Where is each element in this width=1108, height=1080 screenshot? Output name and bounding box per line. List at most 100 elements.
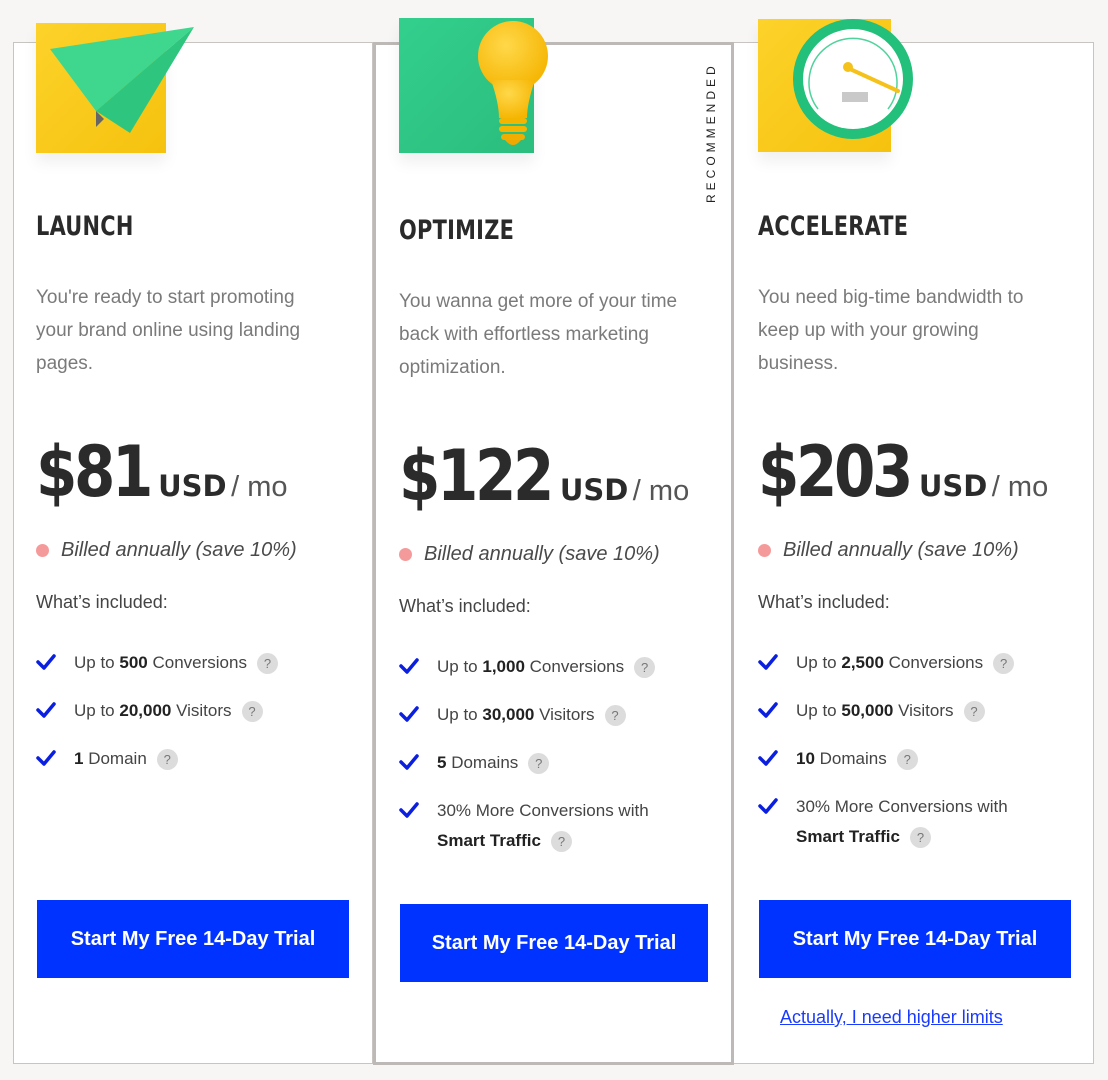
price-amount: $122	[399, 435, 554, 517]
recommended-badge: RECOMMENDED	[704, 62, 718, 203]
feature-text: 30% More Conversions with	[437, 801, 649, 820]
check-icon	[36, 750, 56, 766]
feature-list: Up to 2,500 Conversions? Up to 50,000 Vis…	[758, 648, 1058, 870]
price-currency: USD	[158, 469, 227, 503]
help-icon[interactable]: ?	[896, 749, 918, 771]
price-period: / mo	[231, 471, 288, 503]
plan-card-launch: LAUNCH You're ready to start promoting y…	[14, 23, 373, 1063]
feature-item: Up to 1,000 Conversions?	[399, 652, 699, 682]
feature-text: Up to	[74, 701, 120, 720]
help-icon[interactable]: ?	[993, 653, 1015, 675]
feature-text: Up to	[796, 653, 842, 672]
start-trial-button[interactable]: Start My Free 14-Day Trial	[37, 900, 349, 978]
lightbulb-icon	[478, 21, 548, 145]
included-label: What’s included:	[758, 592, 890, 612]
dot-icon	[399, 548, 412, 562]
check-icon	[399, 754, 419, 770]
check-icon	[399, 658, 419, 674]
plan-card-accelerate: ACCELERATE You need big-time bandwidth t…	[734, 19, 1093, 1063]
feature-item: Up to 20,000 Visitors?	[36, 696, 336, 726]
feature-text: Up to	[74, 653, 120, 672]
speedometer-icon	[793, 19, 913, 139]
price-period: / mo	[991, 471, 1049, 503]
feature-list: Up to 1,000 Conversions? Up to 30,000 Vis…	[399, 652, 699, 874]
plan-description: You need big-time bandwidth to keep up w…	[758, 287, 1024, 374]
feature-item: 30% More Conversions with Smart Traffic?	[399, 796, 699, 856]
plan-description: You wanna get more of your time back wit…	[399, 291, 678, 378]
plan-card-optimize: RECOMMENDED OPTIMIZE You wanna get more …	[373, 18, 734, 1065]
billing-note: Billed annually (save 10%)	[758, 539, 1019, 562]
plan-title: LAUNCH	[36, 211, 134, 242]
help-icon[interactable]: ?	[604, 705, 626, 727]
feature-text: Visitors	[171, 701, 232, 720]
billing-note: Billed annually (save 10%)	[399, 543, 660, 566]
feature-text: Conversions	[883, 653, 984, 672]
feature-value: Smart Traffic	[796, 827, 900, 846]
start-trial-button[interactable]: Start My Free 14-Day Trial	[759, 900, 1071, 978]
feature-text: 30% More Conversions with	[796, 797, 1008, 816]
feature-item: Up to 500 Conversions?	[36, 648, 336, 678]
feature-text: Domains	[814, 749, 887, 768]
feature-value: 30,000	[482, 705, 535, 724]
feature-text: Conversions	[147, 653, 247, 672]
check-icon	[758, 702, 778, 718]
plan-price: $81 USD / mo	[36, 431, 288, 513]
feature-text: Domains	[446, 753, 519, 772]
feature-item: 30% More Conversions with Smart Traffic?	[758, 792, 1058, 852]
price-currency: USD	[559, 473, 629, 507]
feature-list: Up to 500 Conversions? Up to 20,000 Visit…	[36, 648, 336, 792]
help-icon[interactable]: ?	[550, 831, 572, 853]
feature-item: Up to 50,000 Visitors?	[758, 696, 1058, 726]
dot-icon	[36, 544, 49, 558]
plan-title: OPTIMIZE	[399, 215, 515, 246]
help-icon[interactable]: ?	[256, 653, 278, 675]
price-currency: USD	[918, 469, 988, 503]
paper-plane-icon	[50, 27, 194, 133]
start-trial-button[interactable]: Start My Free 14-Day Trial	[400, 904, 708, 982]
feature-text: Domain	[83, 749, 147, 768]
feature-item: 10 Domains?	[758, 744, 1058, 774]
billing-text: Billed annually (save 10%)	[61, 539, 297, 561]
feature-text: Up to	[796, 701, 842, 720]
included-label: What’s included:	[36, 592, 168, 612]
feature-text: Up to	[437, 705, 483, 724]
feature-text: Visitors	[534, 705, 595, 724]
check-icon	[399, 802, 419, 818]
billing-note: Billed annually (save 10%)	[36, 539, 297, 562]
plan-description: You're ready to start promoting your bra…	[36, 287, 301, 374]
included-label: What’s included:	[399, 596, 531, 616]
check-icon	[36, 654, 56, 670]
feature-text: Visitors	[893, 701, 954, 720]
feature-value: 500	[119, 653, 148, 672]
billing-text: Billed annually (save 10%)	[783, 539, 1019, 561]
check-icon	[399, 706, 419, 722]
help-icon[interactable]: ?	[241, 701, 263, 723]
feature-value: 20,000	[119, 701, 172, 720]
price-period: / mo	[632, 475, 690, 507]
feature-value: 50,000	[841, 701, 894, 720]
feature-text: Conversions	[524, 657, 625, 676]
plan-price: $203 USD / mo	[758, 431, 1048, 513]
help-icon[interactable]: ?	[528, 753, 550, 775]
feature-item: 5 Domains?	[399, 748, 699, 778]
check-icon	[758, 654, 778, 670]
feature-item: Up to 2,500 Conversions?	[758, 648, 1058, 678]
check-icon	[36, 702, 56, 718]
help-icon[interactable]: ?	[634, 657, 656, 679]
feature-value: 2,500	[841, 653, 884, 672]
feature-value: 10	[796, 749, 815, 768]
plan-title: ACCELERATE	[758, 211, 909, 242]
check-icon	[758, 798, 778, 814]
higher-limits-link[interactable]: Actually, I need higher limits	[780, 1007, 1003, 1028]
help-icon[interactable]: ?	[156, 749, 178, 771]
help-icon[interactable]: ?	[963, 701, 985, 723]
feature-value: 1,000	[482, 657, 525, 676]
plan-price: $122 USD / mo	[399, 435, 689, 517]
price-amount: $81	[36, 431, 153, 513]
feature-item: 1 Domain?	[36, 744, 336, 774]
help-icon[interactable]: ?	[909, 827, 931, 849]
dot-icon	[758, 544, 771, 558]
feature-value: Smart Traffic	[437, 831, 541, 850]
feature-item: Up to 30,000 Visitors?	[399, 700, 699, 730]
price-amount: $203	[758, 431, 913, 513]
